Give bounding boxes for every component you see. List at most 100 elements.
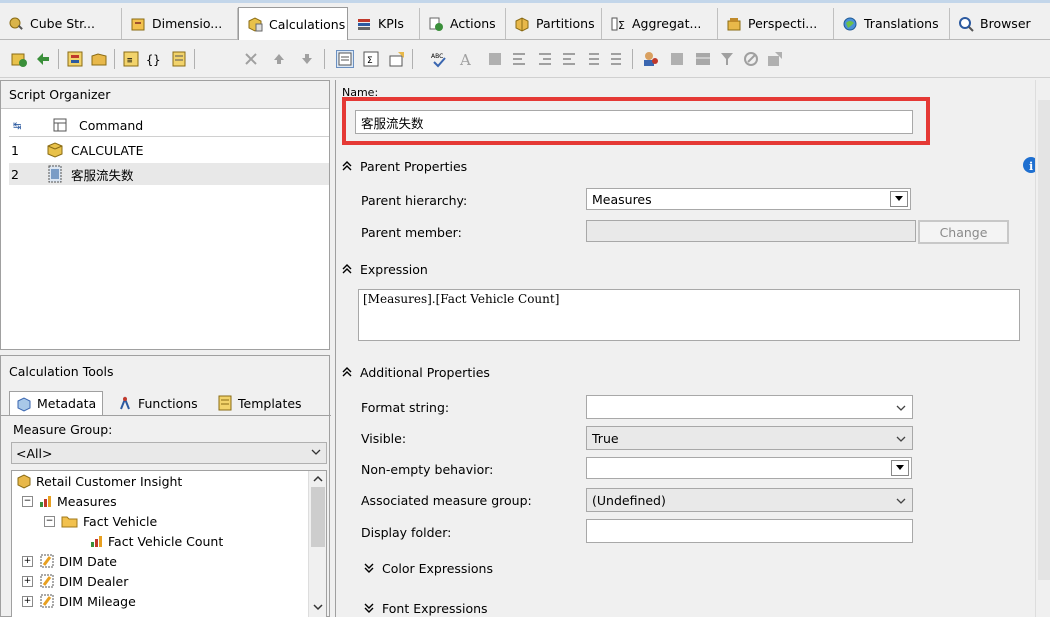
svg-text:{}: {} bbox=[146, 53, 160, 67]
tree-item-fact-vehicle-count[interactable]: Fact Vehicle Count bbox=[90, 531, 223, 551]
toolbar-separator bbox=[194, 49, 195, 69]
change-button[interactable]: Change bbox=[918, 220, 1009, 244]
scroll-thumb[interactable] bbox=[311, 487, 325, 547]
tree-item-fact-vehicle[interactable]: − Fact Vehicle bbox=[44, 511, 157, 531]
tree-item-measures[interactable]: − Measures bbox=[22, 491, 117, 511]
associated-measure-group-select[interactable]: (Undefined) bbox=[586, 488, 913, 512]
expand-section-icon bbox=[364, 563, 374, 573]
document-icon[interactable] bbox=[766, 50, 784, 68]
change-button-label: Change bbox=[939, 224, 988, 240]
indent-icon[interactable] bbox=[560, 50, 578, 68]
script-row[interactable]: 1 CALCULATE bbox=[9, 139, 329, 161]
non-empty-behavior-select[interactable] bbox=[586, 457, 912, 479]
chevron-down-icon bbox=[892, 493, 910, 509]
script-organizer-header: ↹ Command bbox=[9, 115, 329, 137]
expand-icon[interactable]: + bbox=[22, 575, 33, 587]
tab-translations[interactable]: Translations bbox=[834, 8, 950, 39]
tree-item-dim-date[interactable]: + DIM Date bbox=[22, 551, 117, 571]
move-down-icon[interactable] bbox=[298, 50, 316, 68]
align-icon[interactable] bbox=[510, 50, 528, 68]
delete-icon[interactable] bbox=[242, 50, 260, 68]
tab-label: Translations bbox=[864, 16, 939, 31]
tab-aggregations[interactable]: Σ Aggregat... bbox=[602, 8, 718, 39]
cube-structure-icon bbox=[8, 16, 24, 32]
expression-header[interactable]: Expression bbox=[342, 259, 428, 279]
svg-text:A: A bbox=[459, 51, 471, 68]
perspectives-icon bbox=[726, 16, 742, 32]
decrease-indent-icon[interactable] bbox=[584, 50, 602, 68]
tab-perspectives[interactable]: Perspecti... bbox=[718, 8, 834, 39]
increase-indent-icon[interactable] bbox=[608, 50, 626, 68]
scroll-up-icon[interactable] bbox=[312, 473, 324, 488]
filter-icon[interactable] bbox=[718, 50, 736, 68]
display-folder-input[interactable] bbox=[586, 519, 913, 543]
svg-text:Σ: Σ bbox=[367, 56, 373, 66]
script-row[interactable]: 2 客服流失数 bbox=[9, 163, 329, 185]
dropdown-arrow-icon bbox=[891, 460, 909, 476]
grid-icon[interactable] bbox=[668, 50, 686, 68]
tab-kpis[interactable]: KPIs bbox=[348, 8, 420, 39]
tab-calculations[interactable]: Calculations bbox=[238, 7, 348, 40]
color-icon[interactable] bbox=[486, 50, 504, 68]
tree-scrollbar[interactable] bbox=[308, 471, 326, 617]
new-script-command-icon[interactable]: ≡ bbox=[122, 50, 140, 68]
tab-dimensions[interactable]: Dimensio... bbox=[122, 8, 238, 39]
script-row-label: CALCULATE bbox=[71, 142, 144, 158]
font-expressions-header[interactable]: Font Expressions bbox=[364, 598, 488, 617]
expand-icon[interactable]: + bbox=[22, 595, 33, 607]
table-icon[interactable] bbox=[694, 50, 712, 68]
user-icon[interactable] bbox=[642, 50, 660, 68]
edit-icon[interactable] bbox=[742, 50, 760, 68]
outdent-icon[interactable] bbox=[536, 50, 554, 68]
actions-icon bbox=[428, 16, 444, 32]
name-input[interactable]: 客服流失数 bbox=[355, 110, 913, 134]
expression-editor[interactable]: [Measures].[Fact Vehicle Count] bbox=[358, 289, 1020, 341]
tab-label: Partitions bbox=[536, 16, 595, 31]
spell-check-icon[interactable]: ABC bbox=[430, 50, 448, 68]
tab-cube-structure[interactable]: Cube Str... bbox=[0, 8, 122, 39]
expression-text: [Measures].[Fact Vehicle Count] bbox=[363, 292, 560, 306]
reconnect-icon[interactable] bbox=[34, 50, 52, 68]
scroll-thumb[interactable] bbox=[1038, 100, 1050, 580]
tab-browser[interactable]: Browser bbox=[950, 8, 1050, 39]
parent-hierarchy-select[interactable]: Measures bbox=[586, 188, 911, 210]
collapse-icon[interactable]: − bbox=[44, 515, 55, 527]
collapse-section-icon bbox=[342, 161, 352, 171]
tree-item-cube[interactable]: Retail Customer Insight bbox=[16, 471, 182, 491]
new-calculated-member-icon[interactable] bbox=[66, 50, 84, 68]
tab-templates[interactable]: Templates bbox=[211, 391, 308, 415]
form-view-icon[interactable] bbox=[336, 50, 354, 68]
sort-icon[interactable]: ↹ bbox=[13, 118, 27, 135]
measure-group-select[interactable]: <All> bbox=[11, 442, 327, 464]
tree-item-dim-mileage[interactable]: + DIM Mileage bbox=[22, 591, 136, 611]
additional-properties-header[interactable]: Additional Properties bbox=[342, 362, 490, 382]
tree-item-dim-dealer[interactable]: + DIM Dealer bbox=[22, 571, 128, 591]
color-expressions-header[interactable]: Color Expressions bbox=[364, 558, 493, 578]
new-named-set-icon[interactable] bbox=[90, 50, 108, 68]
script-view-icon[interactable]: {} bbox=[146, 50, 164, 68]
format-string-select[interactable] bbox=[586, 395, 913, 419]
metadata-icon bbox=[16, 396, 32, 412]
tab-label: Actions bbox=[450, 16, 496, 31]
visible-select[interactable]: True bbox=[586, 426, 913, 450]
parent-properties-header[interactable]: Parent Properties bbox=[342, 156, 467, 176]
font-icon[interactable]: A bbox=[458, 50, 476, 68]
toolbar-separator bbox=[412, 49, 413, 69]
tab-actions[interactable]: Actions bbox=[420, 8, 506, 39]
calculation-properties-icon[interactable] bbox=[388, 50, 406, 68]
templates-icon bbox=[217, 395, 233, 411]
expand-icon[interactable]: + bbox=[22, 555, 33, 567]
name-value: 客服流失数 bbox=[361, 115, 424, 131]
tab-functions[interactable]: Functions bbox=[111, 391, 204, 415]
form-scrollbar[interactable] bbox=[1035, 80, 1050, 617]
process-icon[interactable] bbox=[10, 50, 28, 68]
tab-metadata[interactable]: Metadata bbox=[9, 391, 104, 415]
assignment-icon[interactable] bbox=[170, 50, 188, 68]
script-form-icon[interactable]: Σ bbox=[362, 50, 380, 68]
move-up-icon[interactable] bbox=[270, 50, 288, 68]
toolbar-separator bbox=[324, 49, 325, 69]
tab-partitions[interactable]: Partitions bbox=[506, 8, 602, 39]
tab-label: Cube Str... bbox=[30, 16, 95, 31]
scroll-down-icon[interactable] bbox=[312, 601, 324, 616]
collapse-icon[interactable]: − bbox=[22, 495, 33, 507]
